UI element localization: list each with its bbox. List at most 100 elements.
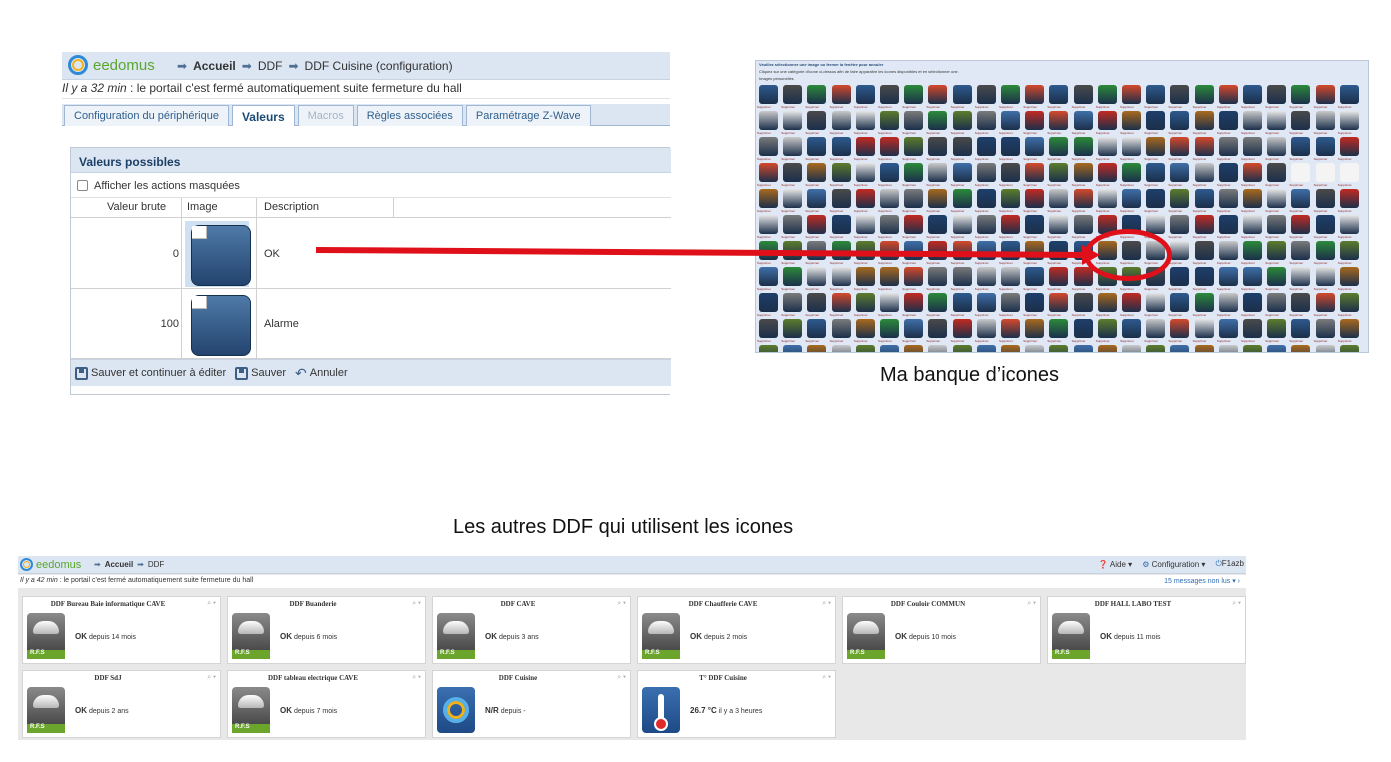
delete-link[interactable]: Supprimer: [1168, 235, 1182, 239]
bank-icon[interactable]: Supprimer: [902, 319, 924, 343]
delete-link[interactable]: Supprimer: [902, 183, 916, 187]
bank-icon[interactable]: Supprimer: [1241, 85, 1262, 109]
bank-icon[interactable]: Supprimer: [951, 241, 972, 265]
delete-link[interactable]: Supprimer: [999, 235, 1013, 239]
bank-icon[interactable]: Supprimer: [926, 267, 948, 291]
delete-link[interactable]: Supprimer: [1241, 339, 1255, 343]
bank-icon[interactable]: Supprimer: [1217, 319, 1238, 343]
bank-icon[interactable]: Supprimer: [1023, 85, 1045, 109]
bank-icon[interactable]: Supprimer: [1120, 111, 1141, 135]
bank-icon[interactable]: Supprimer: [952, 345, 972, 352]
delete-link[interactable]: Supprimer: [1023, 183, 1037, 187]
bank-icon[interactable]: Supprimer: [1289, 215, 1311, 239]
bank-icon[interactable]: Supprimer: [1049, 345, 1069, 352]
bank-icon[interactable]: Supprimer: [1023, 319, 1045, 343]
delete-link[interactable]: Supprimer: [1314, 105, 1328, 109]
bank-icon[interactable]: Supprimer: [878, 111, 899, 135]
bank-icon[interactable]: Supprimer: [1144, 111, 1166, 135]
device-card[interactable]: DDF HALL LABO TEST ⌕ ▾ R.F.S OK depuis 11 m…: [1047, 596, 1246, 664]
bank-icon[interactable]: Supprimer: [1023, 111, 1045, 135]
bank-icon[interactable]: Supprimer: [1241, 215, 1262, 239]
bank-icon[interactable]: Supprimer: [854, 189, 875, 213]
tab-device-config[interactable]: Configuration du périphérique: [64, 105, 229, 126]
bank-icon[interactable]: Supprimer: [1122, 345, 1141, 352]
bank-icon[interactable]: Supprimer: [1168, 85, 1190, 109]
delete-link[interactable]: Supprimer: [1047, 261, 1061, 265]
bank-icon[interactable]: Supprimer: [1168, 319, 1190, 343]
delete-link[interactable]: Supprimer: [1314, 235, 1328, 239]
device-card[interactable]: DDF tableau electrique CAVE ⌕ ▾ R.F.S OK de…: [227, 670, 426, 738]
bank-icon[interactable]: Supprimer: [902, 163, 924, 187]
delete-link[interactable]: Supprimer: [757, 235, 771, 239]
bank-icon[interactable]: Supprimer: [1047, 319, 1069, 343]
card-menu-icon[interactable]: ⌕ ▾: [822, 674, 831, 682]
eedomus-logo[interactable]: eedomus: [68, 55, 155, 75]
delete-link[interactable]: Supprimer: [1047, 209, 1061, 213]
bank-icon[interactable]: Supprimer: [1241, 137, 1262, 161]
device-card[interactable]: DDF CAVE ⌕ ▾ R.F.S OK depuis 3 ans: [432, 596, 631, 664]
bank-icon[interactable]: Supprimer: [1120, 163, 1141, 187]
bank-icon[interactable]: Supprimer: [1338, 189, 1359, 213]
delete-link[interactable]: Supprimer: [1217, 131, 1231, 135]
bank-icon[interactable]: Supprimer: [975, 189, 996, 213]
bank-icon[interactable]: Supprimer: [805, 163, 827, 187]
bank-icon[interactable]: Supprimer: [878, 189, 899, 213]
bank-icon[interactable]: Supprimer: [1314, 319, 1335, 343]
bank-icon[interactable]: Supprimer: [1289, 137, 1311, 161]
bank-icon[interactable]: Supprimer: [1193, 293, 1214, 317]
delete-link[interactable]: Supprimer: [1047, 131, 1061, 135]
bank-icon[interactable]: Supprimer: [999, 85, 1020, 109]
bank-icon[interactable]: Supprimer: [878, 215, 899, 239]
bank-icon[interactable]: Supprimer: [951, 293, 972, 317]
bank-icon[interactable]: Supprimer: [781, 293, 803, 317]
delete-link[interactable]: Supprimer: [1265, 235, 1279, 239]
delete-link[interactable]: Supprimer: [1096, 209, 1110, 213]
bank-icon[interactable]: Supprimer: [1194, 345, 1214, 352]
delete-link[interactable]: Supprimer: [951, 183, 965, 187]
delete-link[interactable]: Supprimer: [854, 287, 868, 291]
bank-icon[interactable]: Supprimer: [781, 241, 803, 265]
bank-icon[interactable]: Supprimer: [1193, 85, 1214, 109]
delete-link[interactable]: Supprimer: [854, 131, 868, 135]
bank-icon[interactable]: Supprimer: [1120, 319, 1141, 343]
bank-icon[interactable]: Supprimer: [1144, 189, 1166, 213]
bank-icon[interactable]: Supprimer: [975, 137, 996, 161]
delete-link[interactable]: Supprimer: [926, 235, 940, 239]
delete-link[interactable]: Supprimer: [999, 339, 1013, 343]
bank-icon[interactable]: Supprimer: [854, 215, 875, 239]
tab-zwave[interactable]: Paramétrage Z-Wave: [465, 105, 591, 126]
delete-link[interactable]: Supprimer: [1144, 157, 1158, 161]
delete-link[interactable]: Supprimer: [878, 261, 892, 265]
delete-link[interactable]: Supprimer: [975, 339, 989, 343]
bank-icon[interactable]: Supprimer: [1001, 345, 1020, 352]
help-menu[interactable]: ❓ Aide ▾: [1098, 560, 1132, 569]
bank-icon[interactable]: Supprimer: [1023, 137, 1045, 161]
bank-icon[interactable]: Supprimer: [1168, 137, 1190, 161]
card-menu-icon[interactable]: ⌕ ▾: [412, 600, 421, 608]
delete-link[interactable]: Supprimer: [1168, 313, 1182, 317]
delete-link[interactable]: Supprimer: [1120, 183, 1134, 187]
thermometer-icon[interactable]: [642, 687, 680, 733]
delete-link[interactable]: Supprimer: [1072, 235, 1086, 239]
delete-link[interactable]: Supprimer: [999, 105, 1013, 109]
bank-icon[interactable]: Supprimer: [999, 137, 1020, 161]
delete-link[interactable]: Supprimer: [1338, 157, 1352, 161]
bank-icon[interactable]: Supprimer: [1168, 215, 1190, 239]
delete-link[interactable]: Supprimer: [1120, 313, 1134, 317]
delete-link[interactable]: Supprimer: [1289, 157, 1303, 161]
delete-link[interactable]: Supprimer: [830, 235, 844, 239]
bank-icon[interactable]: Supprimer: [1168, 293, 1190, 317]
tab-values[interactable]: Valeurs: [231, 105, 295, 126]
bank-icon[interactable]: Supprimer: [1072, 111, 1093, 135]
bank-icon[interactable]: Supprimer: [904, 345, 924, 352]
bank-icon[interactable]: Supprimer: [1217, 85, 1238, 109]
bank-icon[interactable]: Supprimer: [999, 293, 1020, 317]
delete-link[interactable]: Supprimer: [1241, 105, 1255, 109]
delete-link[interactable]: Supprimer: [1241, 183, 1255, 187]
bank-icon[interactable]: Supprimer: [1193, 241, 1214, 265]
delete-link[interactable]: Supprimer: [1193, 157, 1207, 161]
device-card[interactable]: DDF Cuisine ⌕ ▾ N/R depuis -: [432, 670, 631, 738]
delete-link[interactable]: Supprimer: [951, 131, 965, 135]
delete-link[interactable]: Supprimer: [1265, 339, 1279, 343]
delete-link[interactable]: Supprimer: [1265, 183, 1279, 187]
